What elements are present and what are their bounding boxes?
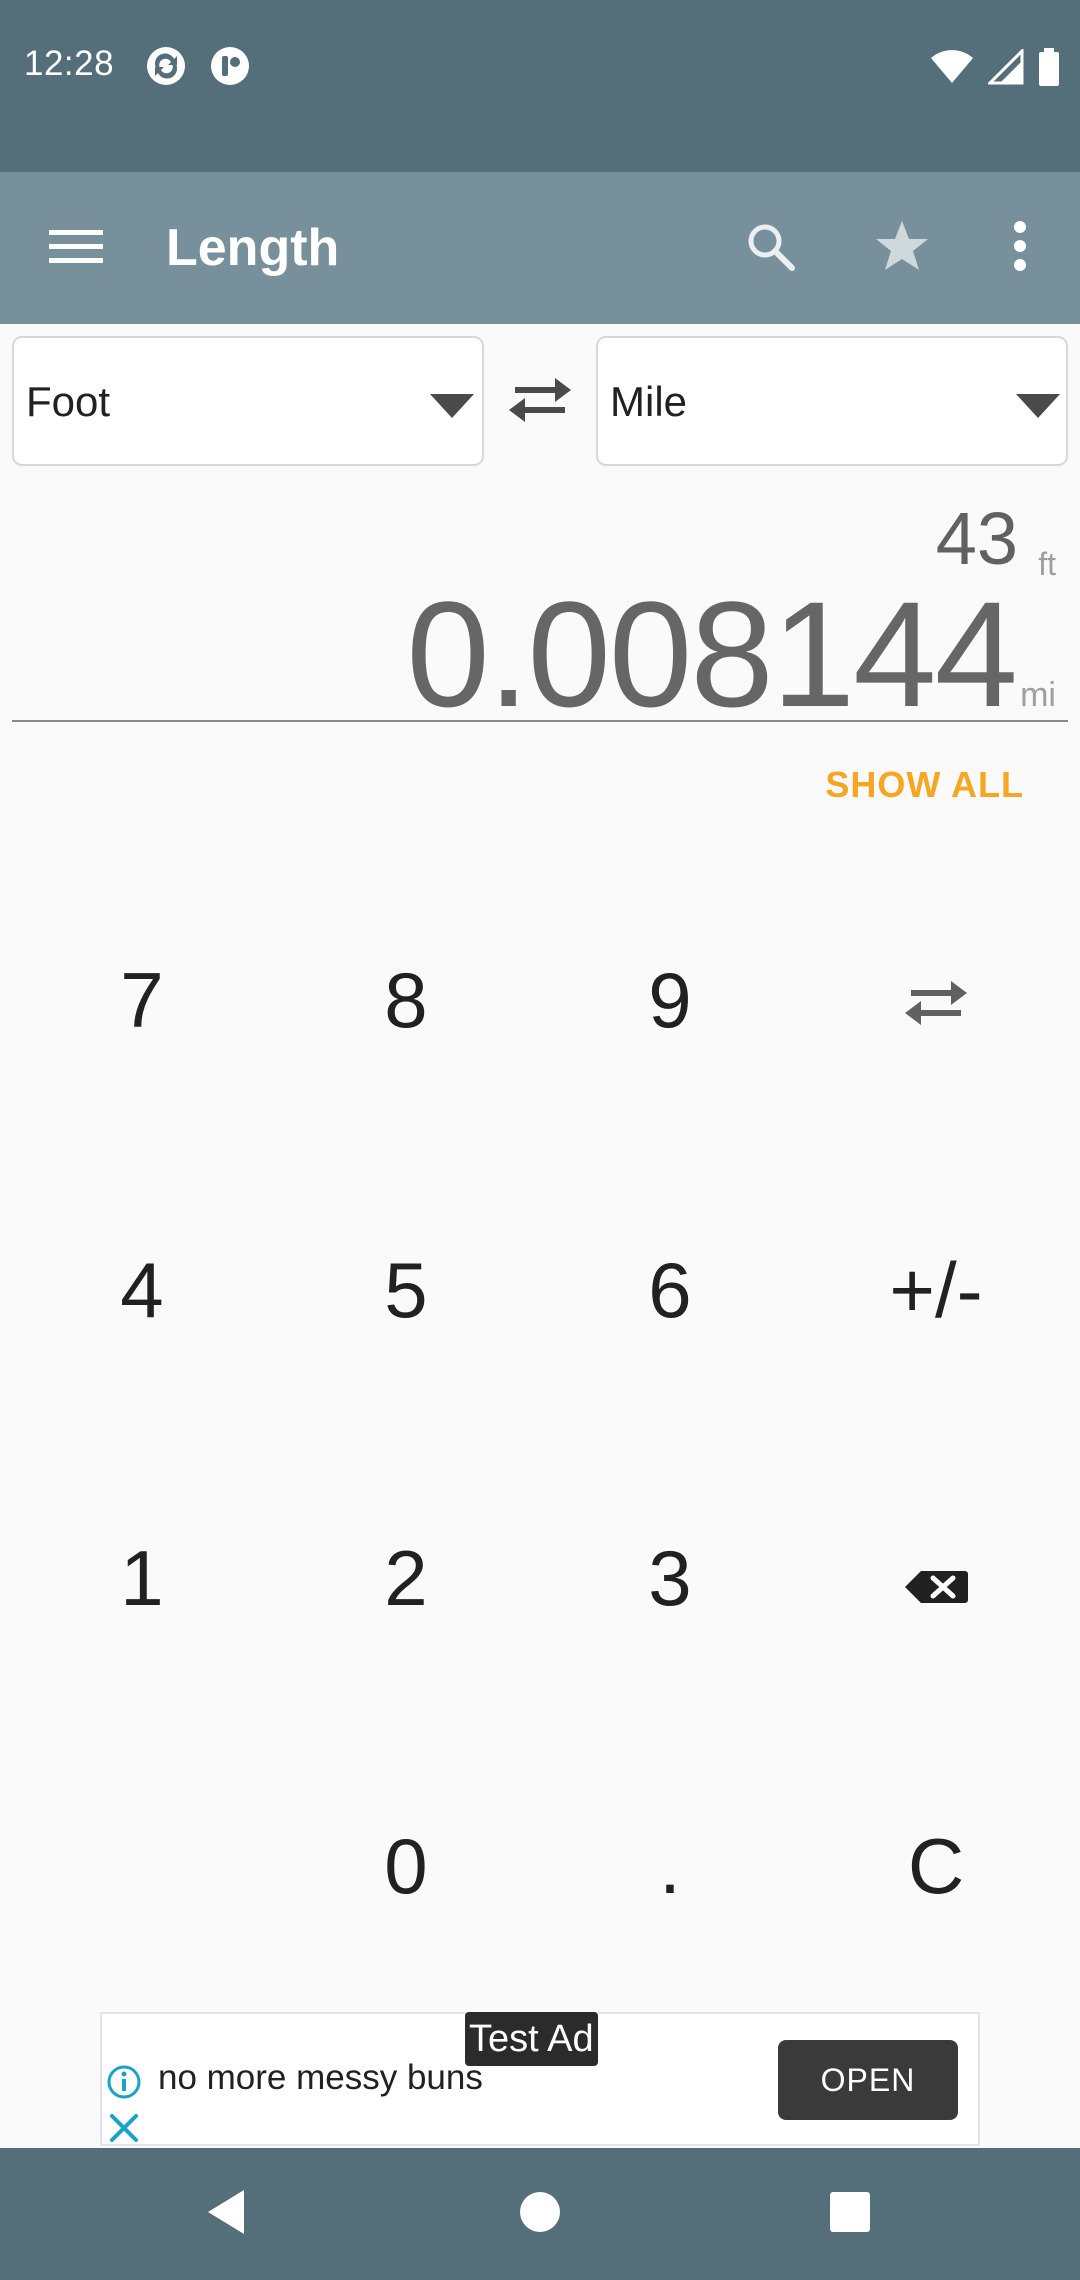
navigation-bar <box>0 2148 1080 2280</box>
status-right-icons <box>930 47 1060 91</box>
page-title: Length <box>166 219 340 277</box>
display-divider <box>12 720 1068 722</box>
clear-key[interactable]: C <box>836 1766 1036 1966</box>
from-unit-label: Foot <box>26 378 111 425</box>
swap-units-button[interactable] <box>500 362 580 442</box>
status-time: 12:28 <box>24 44 115 83</box>
show-all-button[interactable]: SHOW ALL <box>825 764 1024 806</box>
back-button[interactable] <box>176 2164 276 2264</box>
input-unit: ft <box>1038 546 1056 582</box>
favorite-button[interactable] <box>852 198 952 298</box>
key-0[interactable]: 0 <box>306 1766 506 1966</box>
input-value: 43 <box>935 497 1018 580</box>
search-icon <box>744 220 796 277</box>
key-8[interactable]: 8 <box>306 900 506 1100</box>
more-options-button[interactable] <box>970 198 1070 298</box>
menu-button[interactable] <box>36 198 116 298</box>
battery-icon <box>1038 48 1060 91</box>
ad-open-button[interactable]: OPEN <box>778 2040 958 2120</box>
test-ad-badge: Test Ad <box>465 2012 598 2066</box>
key-4[interactable]: 4 <box>42 1190 242 1390</box>
key-1[interactable]: 1 <box>42 1478 242 1678</box>
close-icon[interactable] <box>106 2110 142 2146</box>
more-vert-icon <box>1012 220 1028 277</box>
swap-horiz-icon <box>507 376 573 429</box>
info-icon[interactable] <box>106 2064 142 2100</box>
from-unit-select[interactable]: Foot <box>12 336 484 466</box>
status-bar: 12:28 <box>0 0 1080 172</box>
key-5[interactable]: 5 <box>306 1190 506 1390</box>
app-bar: Length <box>0 172 1080 324</box>
app-notification-icon <box>210 46 250 86</box>
swap-horiz-icon <box>903 955 969 1046</box>
home-circle-icon <box>518 2190 562 2239</box>
key-7[interactable]: 7 <box>42 900 242 1100</box>
hamburger-menu-icon <box>49 226 103 271</box>
sync-app-icon <box>146 46 186 86</box>
result-unit: mi <box>1020 676 1056 714</box>
wifi-icon <box>930 49 974 90</box>
sign-toggle-key[interactable]: +/- <box>836 1190 1036 1390</box>
star-icon <box>874 219 930 278</box>
key-6[interactable]: 6 <box>570 1190 770 1390</box>
to-unit-select[interactable]: Mile <box>596 336 1068 466</box>
search-button[interactable] <box>720 198 820 298</box>
to-unit-label: Mile <box>610 378 688 425</box>
recents-button[interactable] <box>800 2164 900 2264</box>
backspace-key[interactable] <box>836 1478 1036 1678</box>
dropdown-caret-icon <box>1016 394 1060 418</box>
decimal-key[interactable]: . <box>570 1766 770 1966</box>
swap-key[interactable] <box>836 900 1036 1100</box>
ad-text: no more messy buns <box>158 2058 483 2097</box>
result-value: 0.008144 <box>406 570 1018 738</box>
key-9[interactable]: 9 <box>570 900 770 1100</box>
home-button[interactable] <box>490 2164 590 2264</box>
backspace-icon <box>903 1533 969 1624</box>
key-2[interactable]: 2 <box>306 1478 506 1678</box>
key-3[interactable]: 3 <box>570 1478 770 1678</box>
recents-square-icon <box>829 2191 871 2238</box>
back-triangle-icon <box>204 2188 248 2241</box>
signal-icon <box>986 47 1024 90</box>
dropdown-caret-icon <box>430 394 474 418</box>
